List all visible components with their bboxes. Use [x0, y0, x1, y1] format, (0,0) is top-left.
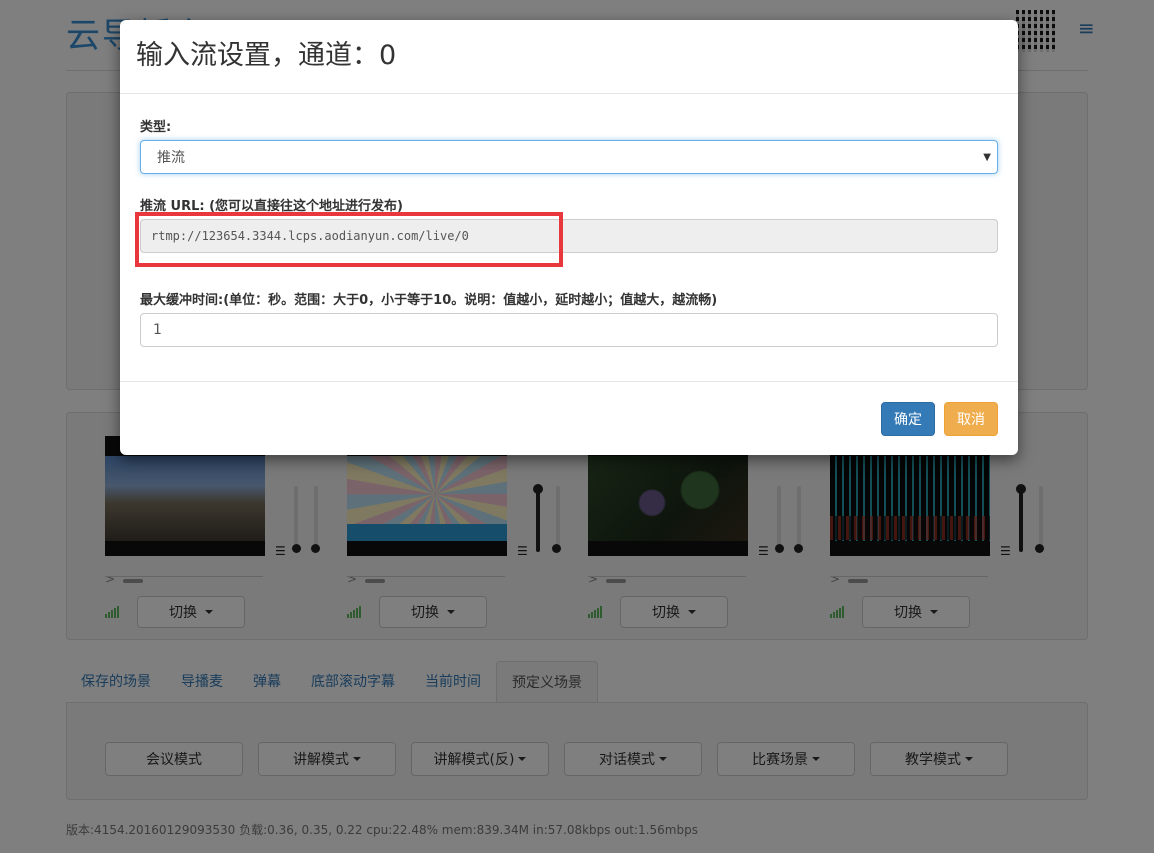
- modal-header: 输入流设置，通道：0: [120, 20, 1018, 94]
- select-arrow-icon: ▼: [983, 152, 991, 163]
- type-label: 类型:: [140, 120, 172, 135]
- buffer-value: 1: [153, 322, 162, 338]
- type-select-value: 推流: [157, 150, 185, 166]
- modal-body: 类型: 推流 ▼ 推流 URL: (您可以直接往这个地址进行发布) rtmp:/…: [120, 94, 1018, 382]
- input-stream-modal: 输入流设置，通道：0 类型: 推流 ▼ 推流 URL: (您可以直接往这个地址进…: [120, 20, 1018, 455]
- buffer-label: 最大缓冲时间:(单位：秒。范围：大于0，小于等于10。说明：值越小，延时越小；值…: [140, 293, 718, 308]
- ok-button[interactable]: 确定: [881, 402, 935, 436]
- modal-footer: 确定 取消: [120, 382, 1018, 454]
- url-highlight-box: [135, 212, 563, 267]
- modal-title: 输入流设置，通道：0: [136, 40, 397, 71]
- type-select[interactable]: 推流 ▼: [140, 140, 998, 174]
- cancel-button[interactable]: 取消: [944, 402, 998, 436]
- buffer-field[interactable]: 1: [140, 313, 998, 347]
